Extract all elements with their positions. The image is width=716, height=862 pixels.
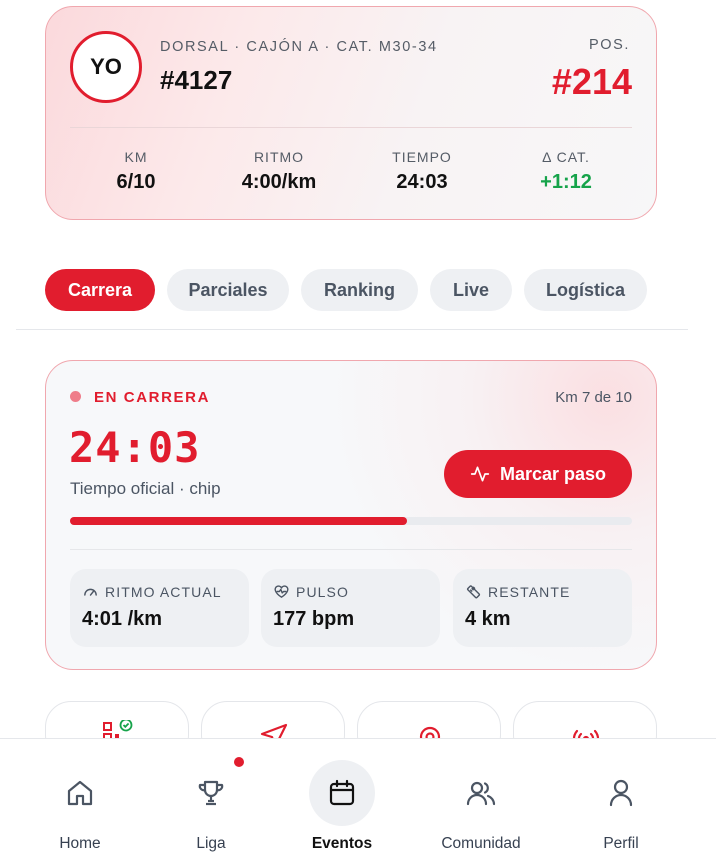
- stat-label: KM: [124, 149, 148, 165]
- tab-live[interactable]: Live: [430, 269, 512, 311]
- stat-category-delta: Δ CAT. +1:12: [501, 149, 631, 194]
- divider: [16, 329, 688, 330]
- nav-label: Perfil: [603, 835, 639, 852]
- metric-value: 177 bpm: [273, 608, 355, 630]
- stat-time: TIEMPO 24:03: [357, 149, 487, 194]
- metric-label: RITMO ACTUAL: [105, 583, 222, 600]
- calendar-icon: [329, 779, 355, 806]
- avatar[interactable]: YO: [70, 31, 142, 103]
- race-card: EN CARRERA Km 7 de 10 24:03 Tiempo ofici…: [45, 360, 657, 670]
- mark-pace-button[interactable]: Marcar paso: [444, 450, 632, 498]
- stat-label: Δ CAT.: [542, 149, 590, 165]
- position-label: POS.: [588, 37, 630, 53]
- km-progress: Km 7 de 10: [555, 389, 632, 406]
- bib-number: #4127: [160, 65, 233, 95]
- mark-pace-label: Marcar paso: [499, 463, 607, 484]
- stat-pace: RITMO 4:00/km: [214, 149, 344, 194]
- dorsal-meta: DORSAL · CAJÓN A · CAT. M30-34: [160, 39, 438, 55]
- ruler-icon: [466, 585, 481, 599]
- race-status: EN CARRERA: [94, 389, 211, 406]
- tab-bar: Carrera Parciales Ranking Live Logística: [45, 269, 647, 311]
- nav-perfil[interactable]: Perfil: [556, 739, 686, 862]
- bottom-navigation: Home Liga Eventos Comunidad Perfil: [0, 738, 716, 862]
- stat-km: KM 6/10: [71, 149, 201, 194]
- tab-ranking[interactable]: Ranking: [301, 269, 418, 311]
- home-icon: [67, 780, 93, 806]
- trophy-icon: [198, 780, 224, 806]
- race-timer: 24:03: [69, 423, 201, 472]
- stat-value: 4:00/km: [241, 171, 317, 193]
- heart-pulse-icon: [274, 585, 289, 598]
- metric-value: 4 km: [465, 608, 511, 630]
- nav-label: Comunidad: [441, 835, 521, 852]
- divider: [70, 127, 632, 128]
- metric-pulse: PULSO 177 bpm: [261, 569, 440, 647]
- nav-home[interactable]: Home: [15, 739, 145, 862]
- nav-comunidad[interactable]: Comunidad: [416, 739, 546, 862]
- activity-icon: [470, 466, 490, 482]
- nav-label: Liga: [196, 835, 226, 852]
- racer-card: YO DORSAL · CAJÓN A · CAT. M30-34 #4127 …: [45, 6, 657, 220]
- tab-carrera[interactable]: Carrera: [45, 269, 155, 311]
- nav-eventos[interactable]: Eventos: [277, 739, 407, 862]
- nav-label: Eventos: [311, 835, 373, 852]
- stat-value: +1:12: [540, 171, 592, 193]
- user-icon: [609, 779, 633, 807]
- tab-parciales[interactable]: Parciales: [167, 269, 289, 311]
- timer-caption: Tiempo oficial · chip: [70, 479, 221, 498]
- metric-label: PULSO: [296, 583, 349, 600]
- notification-badge: [231, 754, 247, 770]
- metric-value: 4:01 /km: [82, 608, 163, 630]
- stat-value: 6/10: [116, 171, 156, 193]
- tab-logistica[interactable]: Logística: [524, 269, 647, 311]
- nav-liga[interactable]: Liga: [146, 739, 276, 862]
- position-value: #214: [551, 61, 632, 102]
- divider: [70, 549, 632, 550]
- race-progress-fill: [70, 517, 408, 525]
- stat-label: RITMO: [253, 149, 305, 165]
- gauge-icon: [84, 588, 97, 596]
- metric-current-pace: RITMO ACTUAL 4:01 /km: [70, 569, 249, 647]
- stat-value: 24:03: [396, 171, 448, 193]
- users-icon: [466, 781, 496, 806]
- metric-label: RESTANTE: [488, 583, 571, 600]
- nav-label: Home: [59, 835, 101, 852]
- live-indicator-dot: [70, 391, 81, 402]
- metric-remaining: RESTANTE 4 km: [453, 569, 632, 647]
- race-progress-bar: [70, 517, 632, 525]
- stat-label: TIEMPO: [392, 149, 452, 165]
